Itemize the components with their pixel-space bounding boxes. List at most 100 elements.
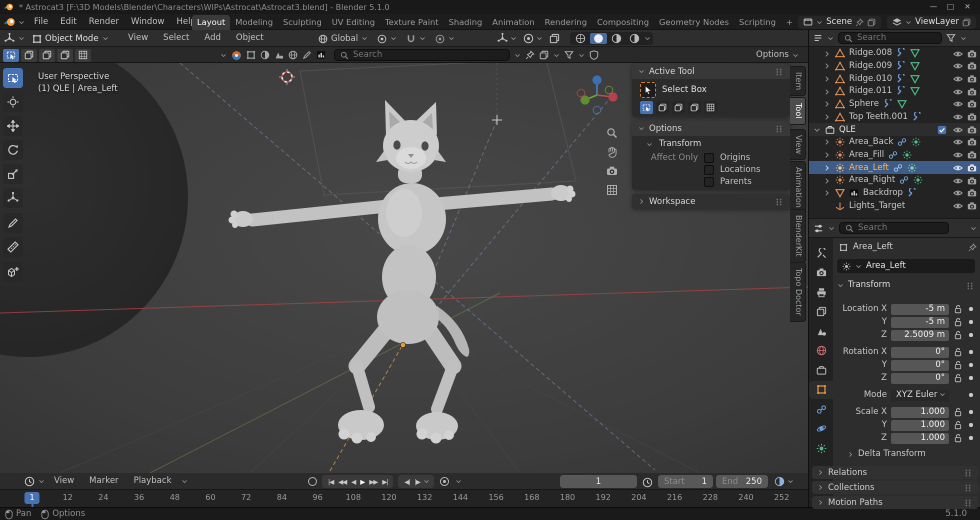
animate-dot[interactable] [969,423,973,427]
chevron-down-icon[interactable] [220,52,227,59]
shading-material-button[interactable] [608,33,625,44]
next-frame-button[interactable]: |▶ [413,478,422,486]
tab-uv-editing[interactable]: UV Editing [327,15,380,30]
outliner-row[interactable]: Sphere [809,98,980,111]
active-tool-panel-header[interactable]: Active Tool [632,64,790,79]
render-visibility-icon[interactable] [967,188,977,198]
tab-tool[interactable] [809,244,833,262]
grip-icon[interactable] [774,67,784,77]
mesh-data-icon[interactable] [910,86,920,96]
sidebar-tab-blenderkit[interactable]: BlenderKit [790,209,806,263]
motion-paths-panel[interactable]: Motion Paths [812,496,978,509]
workspace-panel-header[interactable]: Workspace [632,194,790,209]
expand-icon[interactable] [823,62,831,70]
lock-icon[interactable] [953,360,963,370]
outliner-row[interactable]: Backdrop [809,187,980,200]
outliner-row[interactable]: Lights_Target [809,199,980,212]
frame-start-field[interactable]: Start 1 [658,475,713,488]
sidebar-tab-topo-doctor[interactable]: Topo Doctor [790,262,806,322]
origins-checkbox[interactable] [704,153,714,163]
jump-to-start-button[interactable]: |◀ [326,478,335,486]
scale-tool[interactable] [3,164,23,184]
hide-eye-icon[interactable] [953,176,963,186]
animate-dot[interactable] [969,350,973,354]
expand-icon[interactable] [823,88,831,96]
select-mode-extend-button[interactable] [21,48,37,62]
expand-icon[interactable] [823,113,831,121]
asset-category-nodes-icon[interactable] [316,50,326,60]
animate-dot[interactable] [969,363,973,367]
tab-render[interactable] [809,264,833,282]
pin-icon[interactable] [855,18,864,27]
maximize-button[interactable]: □ [942,0,959,14]
tab-texture-paint[interactable]: Texture Paint [380,15,444,30]
tab-modeling[interactable]: Modeling [230,15,278,30]
options-dropdown[interactable]: Options [756,50,789,60]
lock-icon[interactable] [953,433,963,443]
expand-icon[interactable] [823,164,831,172]
outliner-row[interactable]: Ridge.009 [809,60,980,73]
tab-constraints[interactable] [809,400,833,418]
proportional-edit-icon[interactable] [435,34,445,44]
keying-set-icon[interactable] [439,476,450,487]
animate-dot[interactable] [969,410,973,414]
collection-checkbox[interactable] [937,125,947,135]
ortho-grid-icon[interactable] [604,182,620,198]
render-visibility-icon[interactable] [967,137,977,147]
hide-eye-icon[interactable] [953,99,963,109]
modifier-wrench-icon[interactable] [896,74,906,84]
lock-icon[interactable] [953,407,963,417]
light-data-icon[interactable] [902,150,912,160]
expand-icon[interactable] [823,189,831,197]
outliner-row[interactable]: Area_Right [809,174,980,187]
outliner-row[interactable]: Area_Back [809,136,980,149]
mesh-data-icon[interactable] [910,61,920,71]
properties-editor-icon[interactable] [813,223,824,234]
render-visibility-icon[interactable] [967,112,977,122]
pan-hand-icon[interactable] [604,144,620,160]
sidebar-tab-tool[interactable]: Tool [790,97,806,125]
properties-search-input[interactable]: Search [839,222,949,234]
hide-eye-icon[interactable] [953,201,963,211]
expand-icon[interactable] [823,138,831,146]
outliner-row[interactable]: Ridge.010 [809,72,980,85]
view-layer-selector[interactable]: ViewLayer [887,15,976,29]
menu-select[interactable]: Select [157,30,195,47]
next-keyframe-button[interactable]: ▶▶ [367,478,379,486]
tab-rendering[interactable]: Rendering [540,15,592,30]
outliner-display-mode-icon[interactable] [813,33,823,43]
outliner-row[interactable]: Ridge.008 [809,47,980,60]
menu-playback[interactable]: Playback [128,473,178,490]
modifier-wrench-icon[interactable] [912,112,922,122]
tab-layout[interactable]: Layout [192,14,231,30]
editor-type-icon[interactable] [4,33,15,44]
zoom-icon[interactable] [604,125,620,141]
outliner-row-selected[interactable]: Area_Left [809,161,980,174]
modifier-wrench-icon[interactable] [896,86,906,96]
mode-subtract-button[interactable] [672,101,685,114]
menu-file[interactable]: File [28,14,54,30]
menu-window[interactable]: Window [125,14,171,30]
render-visibility-icon[interactable] [967,99,977,109]
expand-icon[interactable] [823,151,831,159]
animate-dot[interactable] [969,333,973,337]
asset-category-brush-icon[interactable] [302,50,312,60]
mesh-data-icon[interactable] [897,99,907,109]
delta-transform-panel[interactable]: Delta Transform [847,449,926,459]
location-y-field[interactable]: -5 m [891,316,949,328]
breadcrumb-object[interactable]: Area_Left [853,242,893,252]
collapse-icon[interactable] [813,126,821,134]
scene-selector[interactable]: Scene [798,15,882,29]
camera-view-icon[interactable] [604,163,620,179]
viewport-3d[interactable]: User Perspective (1) QLE | Area_Left Act… [0,63,808,473]
timeline-editor-icon[interactable] [24,476,35,487]
menu-marker[interactable]: Marker [83,473,124,490]
relations-panel[interactable]: Relations [812,466,978,479]
select-box-tool[interactable] [3,68,23,88]
pin-icon[interactable] [968,243,977,252]
tab-object[interactable] [809,380,833,399]
hide-eye-icon[interactable] [953,163,963,173]
asset-category-model-icon[interactable] [246,50,256,60]
pivot-point-icon[interactable] [377,34,387,44]
scale-x-field[interactable]: 1.000 [891,406,949,418]
